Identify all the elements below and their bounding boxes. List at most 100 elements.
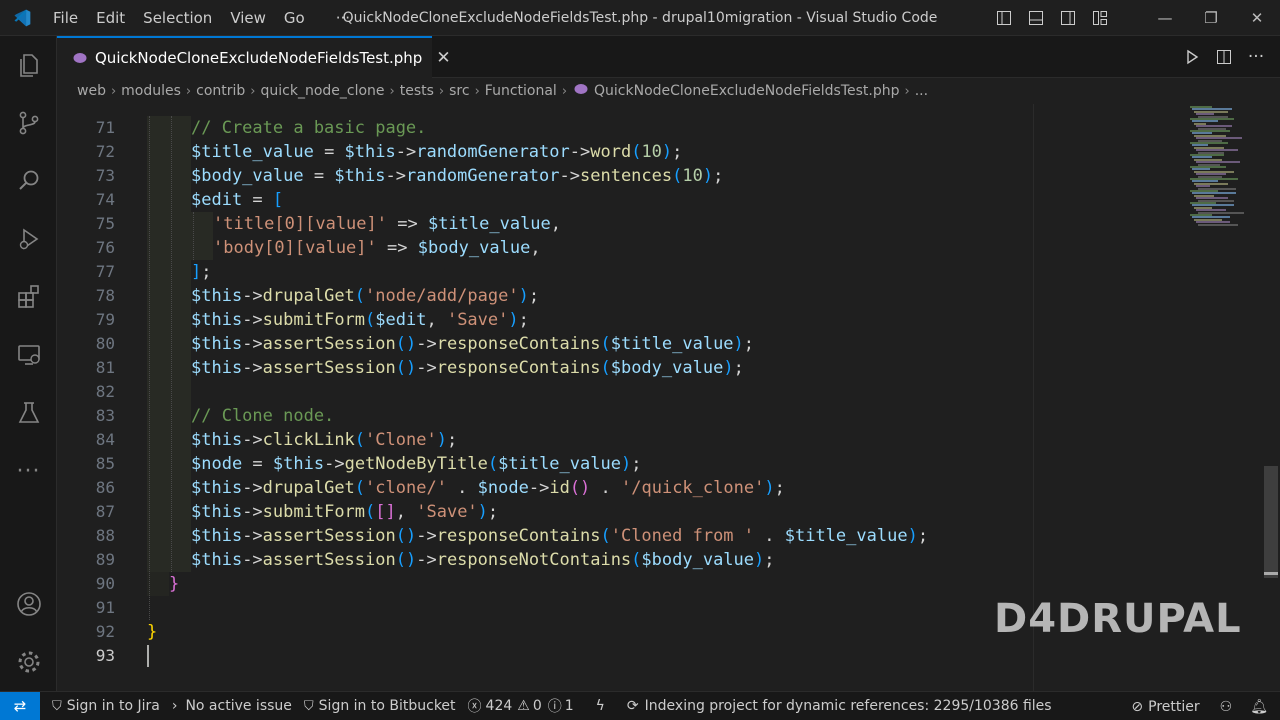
testing-icon[interactable] (0, 384, 57, 442)
code-editor[interactable]: 70 71 72 73 74 75 76 77 78 79 80 81 82 83 84 85 86 87 88 89… (57, 104, 1280, 691)
menu-bar: File Edit Selection View Go ··· (44, 0, 359, 36)
accounts-icon[interactable] (0, 575, 57, 633)
code-token: . (590, 478, 622, 498)
line-number: 91 (95, 598, 115, 617)
code-token: $this (191, 550, 243, 570)
menu-go[interactable]: Go (275, 0, 314, 36)
code-token: -> (416, 334, 437, 354)
code-token: ; (764, 550, 775, 570)
run-debug-icon[interactable] (0, 210, 57, 268)
code-token: assertSession (262, 358, 396, 378)
code-token: // Clone node. (191, 406, 335, 426)
menu-more[interactable]: ··· (314, 0, 359, 36)
indent-highlight (147, 548, 191, 572)
code-token: -> (242, 478, 263, 498)
chevron-right-icon: › (904, 83, 910, 99)
code-token: ) (508, 310, 519, 330)
remote-icon[interactable]: ⇄ (0, 691, 40, 720)
code-token: $this (191, 526, 243, 546)
code-token: ; (528, 286, 540, 306)
code-token: ) (436, 430, 447, 450)
bitbucket-status[interactable]: ⛉ Sign in to Bitbucket (298, 692, 462, 720)
code-token: = (242, 190, 273, 210)
indent-highlight (147, 260, 191, 284)
vertical-scrollbar[interactable] (1264, 104, 1278, 691)
code-token: ; (713, 166, 724, 186)
title-bar: File Edit Selection View Go ··· QuickNod… (0, 0, 1280, 36)
menu-file[interactable]: File (44, 0, 87, 36)
breadcrumb-item[interactable]: tests (400, 83, 434, 99)
code-token: 'title[0][value]' (213, 214, 387, 234)
feedback-icon[interactable]: ⚇ (1214, 692, 1239, 720)
restore-button[interactable]: ❐ (1188, 0, 1234, 36)
tab-active-file[interactable]: QuickNodeCloneExcludeNodeFieldsTest.php … (57, 36, 451, 78)
code-token: -> (416, 526, 437, 546)
line-number: 86 (95, 478, 115, 497)
extensions-icon[interactable] (0, 268, 57, 326)
search-icon[interactable] (0, 152, 57, 210)
breadcrumb-item[interactable]: quick_node_clone (261, 83, 385, 99)
code-token: => (387, 214, 428, 234)
code-token: ) (518, 286, 529, 306)
indent-highlight (147, 164, 191, 188)
code-token: $edit (375, 310, 427, 330)
scrollbar-thumb[interactable] (1264, 466, 1278, 578)
jira-status[interactable]: ⛉ Sign in to Jira (46, 692, 166, 720)
lightning-icon[interactable]: ϟ (590, 692, 611, 720)
indent-highlight (147, 428, 191, 452)
indent-highlight (147, 500, 191, 524)
minimap-line (1198, 223, 1238, 226)
customize-layout-icon[interactable] (1084, 0, 1116, 36)
code-token: id (549, 478, 570, 498)
code-token: $node (191, 454, 243, 474)
issue-label: No active issue (185, 698, 292, 714)
more-icon[interactable]: ··· (0, 442, 57, 500)
breadcrumb-more[interactable]: ... (915, 83, 928, 99)
warning-count: 0 (532, 698, 542, 714)
code-area[interactable]: // Create a basic page. $title_value = $t… (147, 104, 1027, 691)
indexing-status[interactable]: ⟳ Indexing project for dynamic reference… (621, 692, 1058, 720)
code-token: ( (631, 550, 642, 570)
breadcrumb-item[interactable]: Functional (485, 83, 557, 99)
line-number: 83 (95, 406, 115, 425)
menu-selection[interactable]: Selection (134, 0, 221, 36)
problems-status[interactable]: ⓧ 424 ⚠ 0 ⓘ 1 (462, 692, 580, 720)
close-window-button[interactable]: ✕ (1234, 0, 1280, 36)
minimize-button[interactable]: — (1142, 0, 1188, 36)
split-editor-icon[interactable] (1208, 36, 1240, 78)
code-token: assertSession (262, 334, 396, 354)
indent-highlight (147, 284, 191, 308)
code-token: -> (559, 166, 580, 186)
menu-edit[interactable]: Edit (87, 0, 134, 36)
explorer-icon[interactable] (0, 36, 57, 94)
line-number: 84 (95, 430, 115, 449)
code-token: 'node/add/page' (365, 286, 519, 306)
manage-gear-icon[interactable] (0, 633, 57, 691)
source-control-icon[interactable] (0, 94, 57, 152)
menu-view[interactable]: View (221, 0, 275, 36)
more-actions-icon[interactable]: ··· (1240, 36, 1272, 78)
code-token: -> (242, 550, 263, 570)
code-token: , (395, 502, 417, 522)
code-token: 'clone/' (365, 478, 447, 498)
breadcrumb-file[interactable]: QuickNodeCloneExcludeNodeFieldsTest.php (594, 83, 900, 99)
watermark-logo: D4DRUPAL (994, 596, 1242, 642)
notifications-icon[interactable]: 🔔︎ (1244, 692, 1274, 720)
breadcrumb-item[interactable]: src (449, 83, 469, 99)
text-cursor (147, 645, 149, 667)
toggle-secondary-sidebar-icon[interactable] (1052, 0, 1084, 36)
close-tab-icon[interactable]: ✕ (436, 48, 450, 68)
remote-explorer-icon[interactable] (0, 326, 57, 384)
code-token: $this (272, 454, 325, 474)
toggle-panel-icon[interactable] (1020, 0, 1052, 36)
indent-highlight (147, 524, 191, 548)
run-file-icon[interactable] (1176, 36, 1208, 78)
breadcrumb-item[interactable]: modules (121, 83, 181, 99)
breadcrumb-item[interactable]: contrib (196, 83, 245, 99)
code-token: [ (272, 190, 284, 210)
line-number: 73 (95, 166, 115, 185)
issue-status[interactable]: › No active issue (166, 692, 298, 720)
breadcrumb-item[interactable]: web (77, 83, 106, 99)
toggle-primary-sidebar-icon[interactable] (988, 0, 1020, 36)
prettier-status[interactable]: ⊘ Prettier (1125, 692, 1205, 720)
